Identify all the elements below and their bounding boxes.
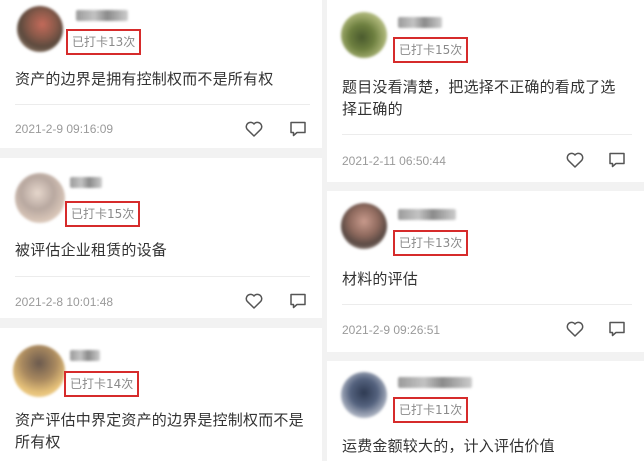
checkin-badge: 已打卡15次 bbox=[65, 201, 141, 227]
checkin-badge: 已打卡14次 bbox=[64, 371, 140, 397]
checkin-badge: 已打卡11次 bbox=[393, 397, 469, 423]
user-avatar[interactable] bbox=[341, 203, 387, 249]
username-blurred[interactable] bbox=[70, 177, 102, 188]
post-card: 已打卡14次 资产评估中界定资产的边界是控制权而不是所有权 bbox=[0, 328, 322, 461]
divider bbox=[342, 304, 632, 305]
comment-bubble-icon[interactable] bbox=[288, 119, 308, 139]
user-avatar[interactable] bbox=[341, 12, 387, 58]
heart-outline-icon[interactable] bbox=[565, 319, 585, 339]
username-blurred[interactable] bbox=[398, 209, 456, 220]
post-card: 已打卡15次 被评估企业租赁的设备 2021-2-8 10:01:48 bbox=[0, 158, 322, 318]
post-content: 材料的评估 bbox=[342, 270, 419, 288]
user-avatar[interactable] bbox=[15, 173, 65, 223]
divider bbox=[15, 104, 310, 105]
post-timestamp: 2021-2-9 09:16:09 bbox=[15, 122, 114, 136]
comment-bubble-icon[interactable] bbox=[607, 150, 627, 170]
left-feed-column: 已打卡13次 资产的边界是拥有控制权而不是所有权 2021-2-9 09:16:… bbox=[0, 0, 322, 461]
post-content: 被评估企业租赁的设备 bbox=[15, 241, 168, 259]
checkin-badge: 已打卡13次 bbox=[66, 29, 142, 55]
checkin-badge: 已打卡15次 bbox=[393, 37, 469, 63]
user-avatar[interactable] bbox=[17, 6, 63, 52]
user-avatar[interactable] bbox=[341, 372, 387, 418]
heart-outline-icon[interactable] bbox=[565, 150, 585, 170]
username-blurred[interactable] bbox=[398, 377, 472, 388]
checkin-badge: 已打卡13次 bbox=[393, 230, 469, 256]
username-blurred[interactable] bbox=[398, 17, 442, 28]
heart-outline-icon[interactable] bbox=[244, 119, 264, 139]
username-blurred[interactable] bbox=[76, 10, 128, 21]
post-timestamp: 2021-2-8 10:01:48 bbox=[15, 295, 114, 309]
post-content: 资产评估中界定资产的边界是控制权而不是所有权 bbox=[15, 411, 304, 451]
post-card: 已打卡11次 运费金额较大的，计入评估价值 bbox=[327, 361, 644, 461]
divider bbox=[15, 276, 310, 277]
user-avatar[interactable] bbox=[13, 345, 65, 397]
post-card: 已打卡13次 资产的边界是拥有控制权而不是所有权 2021-2-9 09:16:… bbox=[0, 0, 322, 148]
post-timestamp: 2021-2-11 06:50:44 bbox=[342, 154, 446, 168]
comment-bubble-icon[interactable] bbox=[607, 319, 627, 339]
username-blurred[interactable] bbox=[70, 350, 100, 361]
post-card: 已打卡15次 题目没看清楚，把选择不正确的看成了选择正确的 2021-2-11 … bbox=[327, 0, 644, 182]
post-card: 已打卡13次 材料的评估 2021-2-9 09:26:51 bbox=[327, 191, 644, 352]
divider bbox=[342, 134, 632, 135]
post-timestamp: 2021-2-9 09:26:51 bbox=[342, 323, 441, 337]
heart-outline-icon[interactable] bbox=[244, 291, 264, 311]
post-content: 资产的边界是拥有控制权而不是所有权 bbox=[15, 70, 274, 88]
post-content: 题目没看清楚，把选择不正确的看成了选择正确的 bbox=[342, 78, 616, 118]
post-content: 运费金额较大的，计入评估价值 bbox=[342, 437, 555, 455]
comment-bubble-icon[interactable] bbox=[288, 291, 308, 311]
right-feed-column: 已打卡15次 题目没看清楚，把选择不正确的看成了选择正确的 2021-2-11 … bbox=[327, 0, 644, 461]
